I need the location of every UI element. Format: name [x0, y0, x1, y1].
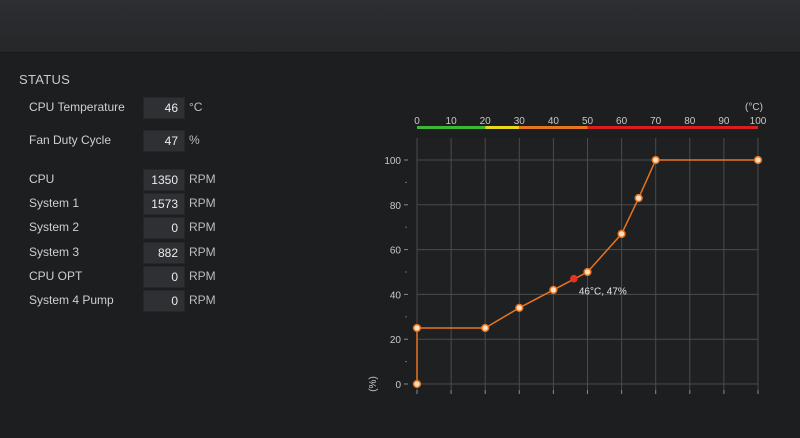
x-tick-label: 10	[446, 116, 458, 127]
temperature-scale-segment	[485, 126, 520, 129]
y-tick-label: 60	[390, 246, 402, 257]
x-tick-label: 70	[650, 116, 662, 127]
y-axis-unit-label: (%)	[368, 376, 379, 392]
y-tick-label: 20	[390, 335, 402, 346]
curve-point	[634, 193, 643, 203]
y-tick-label: 100	[384, 156, 401, 167]
x-tick-label: 50	[582, 116, 594, 127]
y-tick-label: 0	[395, 380, 401, 391]
temperature-scale-segment	[417, 126, 486, 129]
x-tick-label: 20	[480, 116, 492, 127]
curve-point	[549, 285, 558, 295]
temperature-scale-segment	[587, 126, 758, 129]
x-tick-label: 80	[684, 116, 696, 127]
temperature-scale-segment	[519, 126, 588, 129]
curve-point	[515, 303, 524, 312]
y-tick-label: 40	[390, 290, 402, 301]
x-tick-label: 30	[514, 116, 526, 127]
x-axis-unit-label: (°C)	[745, 102, 763, 113]
x-tick-label: 0	[414, 116, 420, 127]
curve-point	[753, 155, 763, 165]
fan-curve-chart: 0 20 40 60 80 100 0 10 20 30 40 50 60 70 80 90 100 (°C) (%…	[368, 102, 767, 394]
curve-point	[412, 379, 422, 389]
curve-point	[412, 323, 422, 333]
curve-point	[617, 229, 626, 239]
x-tick-label: 90	[718, 116, 730, 127]
curve-point	[651, 155, 660, 165]
x-tick-label: 100	[750, 116, 767, 127]
curve-point	[481, 323, 490, 333]
x-tick-label: 40	[548, 116, 560, 127]
current-point-label: 46°C, 47%	[579, 287, 627, 298]
current-point-marker	[570, 274, 578, 283]
y-tick-label: 80	[390, 201, 402, 212]
curve-point	[583, 267, 592, 277]
x-tick-label: 60	[616, 116, 628, 127]
